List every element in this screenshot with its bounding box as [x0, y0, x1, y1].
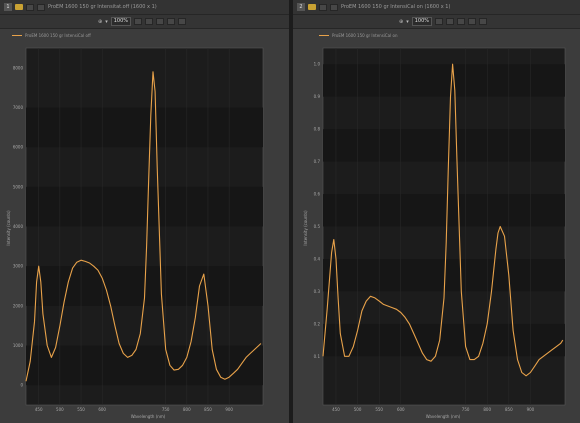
- left-dropdown-icon[interactable]: [26, 3, 34, 11]
- left-folder-icon[interactable]: [15, 4, 23, 10]
- left-grid-band: [26, 107, 263, 148]
- left-x-tick-label: 500: [56, 407, 64, 412]
- right-grid-band: [323, 129, 565, 162]
- right-x-tick-label: 750: [462, 407, 470, 412]
- left-grid-band: [26, 186, 263, 227]
- right-save-icon[interactable]: [330, 3, 338, 11]
- right-x-tick-label: 600: [397, 407, 405, 412]
- right-zoom-height-icon[interactable]: [457, 18, 466, 25]
- right-view-index: 2: [297, 3, 305, 11]
- left-grid-band: [26, 345, 263, 386]
- right-zoom-field[interactable]: 100%: [411, 17, 433, 26]
- right-view-toolbar: ⊕ ▾ 100%: [293, 15, 580, 29]
- left-export-icon[interactable]: [178, 18, 187, 25]
- left-dataset-title: ProEM 1600 150 gr Intensitat.off (1600 x…: [48, 4, 157, 10]
- right-y-tick-label: 0.5: [314, 224, 321, 229]
- right-y-tick-label: 0.2: [314, 321, 321, 326]
- left-y-tick-label: 0: [20, 383, 23, 388]
- right-zoom-width-icon[interactable]: [446, 18, 455, 25]
- left-view-index: 1: [4, 3, 12, 11]
- left-zoom-field[interactable]: 100%: [110, 17, 132, 26]
- right-x-tick-label: 850: [505, 407, 513, 412]
- left-x-tick-label: 850: [204, 407, 212, 412]
- left-x-tick-label: 900: [225, 407, 233, 412]
- left-x-tick-label: 550: [77, 407, 85, 412]
- left-x-tick-label: 600: [98, 407, 106, 412]
- left-title-bar: 1 ProEM 1600 150 gr Intensitat.off (1600…: [0, 0, 289, 15]
- right-x-axis-label: Wavelength (nm): [426, 414, 461, 419]
- right-view-panel: 2 ProEM 1600 150 gr IntensiCal on (1600 …: [293, 0, 580, 423]
- left-save-icon[interactable]: [37, 3, 45, 11]
- right-grid-band: [323, 64, 565, 97]
- right-y-tick-label: 0.6: [314, 192, 321, 197]
- right-zoom-dropdown-icon[interactable]: ▾: [406, 19, 409, 25]
- left-zoom-full-icon[interactable]: [167, 18, 176, 25]
- left-zoom-height-icon[interactable]: [156, 18, 165, 25]
- left-view-toolbar: ⊕ ▾ 100%: [0, 15, 289, 29]
- right-spectrum-plot[interactable]: Intensity (counts) Wavelength (nm) 0.1 0.…: [293, 28, 580, 423]
- left-y-tick-label: 2000: [13, 303, 24, 308]
- right-y-tick-label: 0.1: [314, 354, 321, 359]
- left-y-tick-label: 3000: [13, 264, 24, 269]
- left-y-tick-label: 4000: [13, 224, 24, 229]
- right-y-tick-label: 0.7: [314, 159, 321, 164]
- right-grid-band: [323, 194, 565, 227]
- right-title-bar: 2 ProEM 1600 150 gr IntensiCal on (1600 …: [293, 0, 580, 15]
- left-y-axis-label: Intensity (counts): [6, 210, 11, 246]
- left-x-tick-label: 750: [162, 407, 170, 412]
- left-view-panel: 1 ProEM 1600 150 gr Intensitat.off (1600…: [0, 0, 289, 423]
- left-zoom-dropdown-icon[interactable]: ▾: [105, 19, 108, 25]
- right-export-icon[interactable]: [479, 18, 488, 25]
- right-grid-band: [323, 323, 565, 357]
- right-x-tick-label: 900: [527, 407, 535, 412]
- left-y-tick-label: 5000: [13, 184, 24, 189]
- right-x-tick-label: 800: [483, 407, 491, 412]
- left-y-tick-label: 6000: [13, 145, 24, 150]
- left-y-tick-label: 8000: [13, 65, 24, 70]
- right-dropdown-icon[interactable]: [319, 3, 327, 11]
- right-y-tick-label: 0.9: [314, 94, 321, 99]
- right-y-axis-label: Intensity (counts): [303, 210, 308, 246]
- right-zoom-fit-icon[interactable]: [435, 18, 444, 25]
- right-y-tick-label: 1.0: [314, 62, 321, 67]
- left-cursor-icon[interactable]: ⊕: [98, 19, 102, 25]
- right-y-tick-label: 0.3: [314, 289, 321, 294]
- right-y-tick-label: 0.4: [314, 256, 321, 261]
- left-y-tick-label: 7000: [13, 105, 24, 110]
- left-y-tick-label: 1000: [13, 343, 24, 348]
- right-zoom-full-icon[interactable]: [468, 18, 477, 25]
- right-cursor-icon[interactable]: ⊕: [399, 19, 403, 25]
- left-spectrum-plot[interactable]: Intensity (counts) Wavelength (nm) 0 1000…: [0, 28, 289, 423]
- left-zoom-fit-icon[interactable]: [134, 18, 143, 25]
- left-x-tick-label: 800: [183, 407, 191, 412]
- right-x-tick-label: 550: [375, 407, 383, 412]
- left-x-axis-label: Wavelength (nm): [131, 414, 166, 419]
- left-x-tick-label: 450: [35, 407, 43, 412]
- left-zoom-width-icon[interactable]: [145, 18, 154, 25]
- right-folder-icon[interactable]: [308, 4, 316, 10]
- right-dataset-title: ProEM 1600 150 gr IntensiCal on (1600 x …: [341, 4, 451, 10]
- right-y-tick-label: 0.8: [314, 127, 321, 132]
- right-x-tick-label: 450: [332, 407, 340, 412]
- right-x-tick-label: 500: [354, 407, 362, 412]
